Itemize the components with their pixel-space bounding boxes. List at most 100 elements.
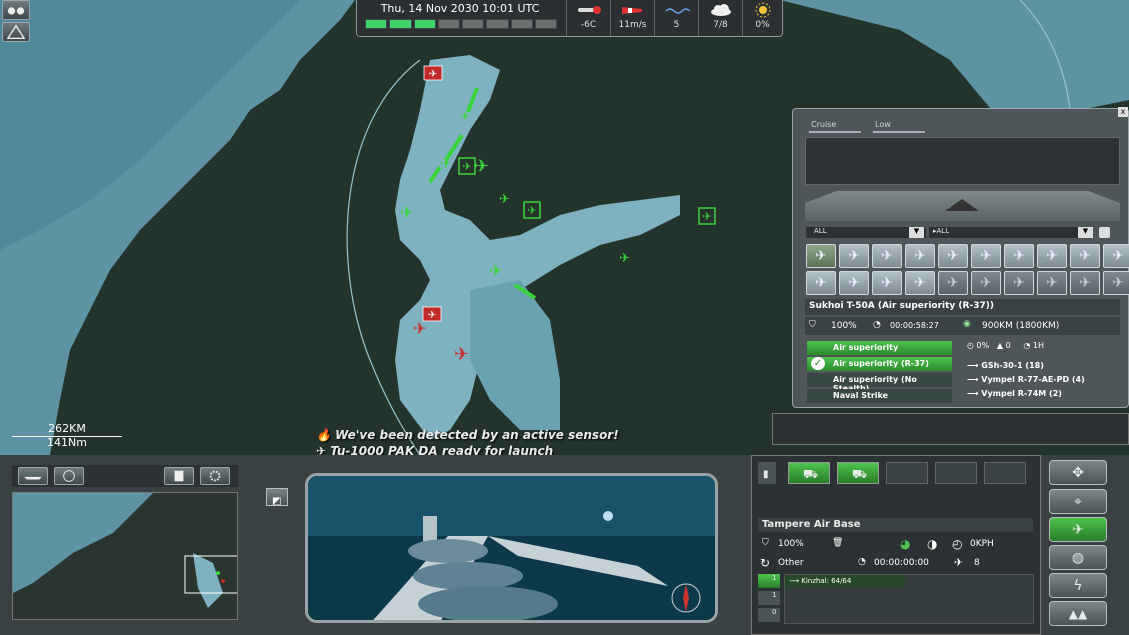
friendly-aircraft[interactable]: ✈ bbox=[400, 203, 413, 222]
facility-tab-empty[interactable] bbox=[984, 462, 1026, 484]
loadout-stats: ◴ 0% ▲ 0 ◔ 1H bbox=[967, 341, 1117, 355]
filter-left-label: ALL bbox=[814, 227, 827, 235]
friendly-aircraft[interactable]: ✈ bbox=[619, 251, 630, 266]
progress-segment bbox=[413, 19, 436, 29]
weather-bar: Thu, 14 Nov 2030 10:01 UTC -6C 11m/s 5 7… bbox=[356, 0, 783, 37]
refresh-icon: ↻ bbox=[760, 556, 771, 570]
duration-value: 1H bbox=[1032, 341, 1045, 350]
aircraft-slot[interactable]: ✈ bbox=[806, 244, 836, 268]
camera-view[interactable] bbox=[305, 473, 718, 623]
aircraft-tab[interactable]: 1 bbox=[758, 591, 780, 605]
aircraft-slot[interactable]: ✈ bbox=[938, 271, 968, 295]
aircraft-slot[interactable]: ✈ bbox=[971, 244, 1001, 268]
plane-icon: ✈ bbox=[980, 275, 992, 291]
warning-button[interactable] bbox=[2, 22, 30, 42]
altitude-slider[interactable] bbox=[873, 131, 925, 133]
aircraft-slot[interactable]: ✈ bbox=[839, 271, 869, 295]
dropdown-icon[interactable]: ▼ bbox=[909, 227, 924, 238]
binoculars-button[interactable] bbox=[2, 0, 30, 20]
sensor-button[interactable]: ◍ bbox=[1049, 545, 1107, 570]
aircraft-slot[interactable]: ✈ bbox=[971, 271, 1001, 295]
target-button[interactable]: ⌖ bbox=[1049, 489, 1107, 514]
enemy-unit[interactable]: ✈ bbox=[423, 65, 443, 81]
aircraft-slot[interactable]: ✈ bbox=[1037, 271, 1067, 295]
minimap-notes-button[interactable] bbox=[164, 467, 194, 485]
speed-label: Cruise bbox=[811, 120, 837, 129]
move-button[interactable]: ✥ bbox=[1049, 460, 1107, 485]
dropdown-icon[interactable]: ▼ bbox=[1078, 227, 1093, 238]
aircraft-slot[interactable]: ✈ bbox=[839, 244, 869, 268]
progress-segment bbox=[462, 19, 485, 29]
aircraft-slot[interactable]: ✈ bbox=[1103, 271, 1129, 295]
facility-tab[interactable]: ⛟ bbox=[788, 462, 830, 484]
move-arrows-icon: ✥ bbox=[1072, 464, 1084, 481]
aircraft-slot[interactable]: ✈ bbox=[938, 244, 968, 268]
friendly-aircraft[interactable]: ✈ bbox=[499, 192, 510, 207]
attack-button[interactable]: ϟ bbox=[1049, 573, 1107, 598]
aircraft-slot[interactable]: ✈ bbox=[1103, 244, 1129, 268]
plane-icon: ✈ bbox=[1112, 248, 1124, 264]
aircraft-slot[interactable]: ✈ bbox=[872, 244, 902, 268]
minimap-radar-button[interactable] bbox=[54, 467, 84, 485]
trash-icon: 🗑 bbox=[832, 538, 844, 548]
plane-icon: ✈ bbox=[881, 275, 893, 291]
formation-icon: ▲▲ bbox=[1068, 606, 1088, 621]
document-icon bbox=[174, 470, 184, 482]
gear-icon bbox=[209, 470, 221, 482]
minimap-ships-button[interactable] bbox=[18, 467, 48, 485]
plane-icon: ✈ bbox=[848, 248, 860, 264]
aircraft-slot[interactable]: ✈ bbox=[905, 271, 935, 295]
friendly-aircraft[interactable]: ✈ bbox=[489, 261, 502, 280]
time-progress-bar[interactable] bbox=[365, 19, 557, 29]
aircraft-slot[interactable]: ✈ bbox=[1004, 244, 1034, 268]
formation-button[interactable]: ▲▲ bbox=[1049, 601, 1107, 626]
toggle-checkbox[interactable] bbox=[1099, 227, 1110, 238]
loadout-option[interactable]: Air superiority bbox=[807, 341, 952, 355]
enemy-aircraft[interactable]: ✈ bbox=[454, 344, 469, 365]
progress-segment bbox=[437, 19, 460, 29]
plane-icon: ✈ bbox=[815, 275, 827, 291]
loadout-option[interactable]: Naval Strike bbox=[807, 389, 952, 403]
loadout-option[interactable]: Air superiority (No Stealth) bbox=[807, 373, 952, 393]
clock-icon: ◔ bbox=[873, 320, 881, 330]
friendly-aircraft[interactable]: ✈ bbox=[460, 109, 470, 123]
facility-tab[interactable]: ⛟ bbox=[837, 462, 879, 484]
loadout-option-selected[interactable]: ✓ Air superiority (R-37) bbox=[807, 357, 952, 371]
friendly-aircraft[interactable]: ✈ bbox=[440, 156, 452, 172]
cloud-icon bbox=[699, 0, 742, 20]
filter-right[interactable]: ▸ALL bbox=[929, 227, 1092, 238]
game-datetime: Thu, 14 Nov 2030 10:01 UTC bbox=[380, 2, 540, 15]
minimap-settings-button[interactable] bbox=[200, 467, 230, 485]
speed-slider[interactable] bbox=[809, 131, 861, 133]
aircraft-slot[interactable]: ✈ bbox=[1070, 271, 1100, 295]
minimap[interactable] bbox=[12, 492, 238, 620]
launch-aircraft-button[interactable]: ✈ bbox=[1049, 517, 1107, 542]
map-scale: 262KM 141Nm bbox=[12, 422, 122, 448]
facility-tab-empty[interactable] bbox=[935, 462, 977, 484]
aircraft-preview bbox=[805, 137, 1120, 185]
cloud-cover-readout: 7/8 bbox=[698, 0, 742, 36]
fuel-tab[interactable]: 0 bbox=[758, 608, 780, 622]
base-icon-button[interactable]: ▮ bbox=[758, 462, 776, 484]
plane-icon: ✈ bbox=[881, 248, 893, 264]
aircraft-slot[interactable]: ✈ bbox=[905, 244, 935, 268]
aircraft-slot[interactable]: ✈ bbox=[1070, 244, 1100, 268]
plane-icon: ✈ bbox=[914, 275, 926, 291]
loadout-label: Air superiority (R-37) bbox=[833, 359, 929, 368]
friendly-aircraft[interactable]: ✈ bbox=[474, 156, 489, 177]
weapon-row[interactable]: ⟶ Kinzhal: 64/64 bbox=[785, 575, 905, 587]
filter-left[interactable]: ALL bbox=[806, 227, 926, 238]
facility-tab-empty[interactable] bbox=[886, 462, 928, 484]
enemy-aircraft[interactable]: ✈ bbox=[413, 319, 426, 338]
aircraft-slot[interactable]: ✈ bbox=[1037, 244, 1067, 268]
ship-icon bbox=[24, 476, 42, 480]
camera-toggle-button[interactable]: ◩ bbox=[266, 488, 288, 507]
aircraft-slot[interactable]: ✈ bbox=[806, 271, 836, 295]
plane-icon: ✈ bbox=[1046, 275, 1058, 291]
weapons-tab[interactable]: 1 bbox=[758, 574, 780, 588]
lightning-icon: ϟ bbox=[1073, 577, 1083, 594]
svg-text:✈: ✈ bbox=[702, 210, 711, 223]
close-icon[interactable]: x bbox=[1118, 107, 1128, 117]
aircraft-slot[interactable]: ✈ bbox=[1004, 271, 1034, 295]
aircraft-slot[interactable]: ✈ bbox=[872, 271, 902, 295]
